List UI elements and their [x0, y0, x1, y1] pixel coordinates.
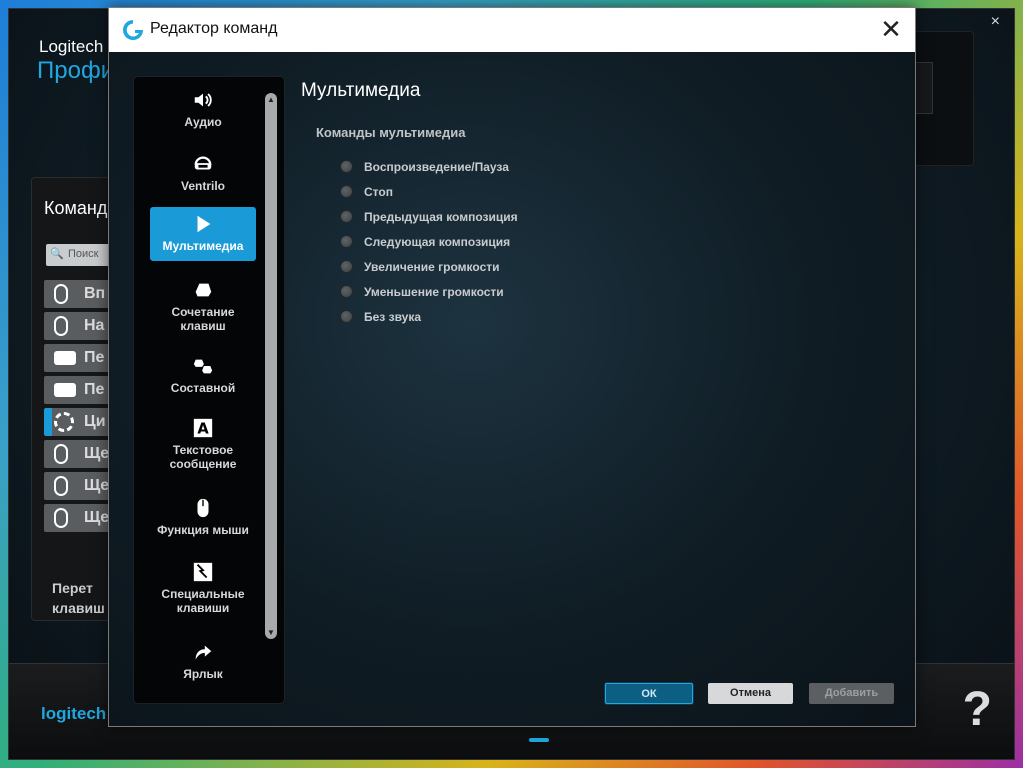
add-button[interactable]: Добавить [809, 683, 894, 704]
key-icon [195, 283, 212, 297]
option-label: Воспроизведение/Пауза [364, 160, 509, 174]
background-commands-title: Команд [44, 198, 108, 218]
category-composite[interactable]: Составной [150, 349, 256, 403]
dialog-titlebar: Редактор команд ✕ [109, 8, 915, 52]
category-scrollbar[interactable]: ▲ ▼ [265, 93, 277, 639]
category-label: Составной [170, 381, 236, 395]
radio-button[interactable] [340, 310, 353, 323]
category-label: Текстовое сообщение [169, 443, 237, 471]
keyboard-key-icon [54, 351, 76, 365]
background-bottom-hint: Перет клавиш [52, 578, 105, 618]
category-label: Ventrilo [180, 179, 225, 193]
option-label: Без звука [364, 310, 421, 324]
shortcut-arrow-icon [195, 645, 212, 660]
mouse-icon [54, 444, 68, 464]
mouse-icon [54, 316, 68, 336]
background-command-label: На [84, 317, 105, 334]
text-a-icon: A [193, 418, 213, 438]
background-brand: Logitech [39, 37, 104, 56]
option-label: Увеличение громкости [364, 260, 500, 274]
category-key-combination[interactable]: Сочетание клавиш [150, 273, 256, 333]
logitech-logo: logitech [41, 704, 107, 723]
category-text-message[interactable]: A Текстовое сообщение [150, 411, 256, 471]
option-label: Предыдущая композиция [364, 210, 518, 224]
category-multimedia[interactable]: Мультимедиа [150, 207, 256, 261]
option-label: Следующая композиция [364, 235, 511, 249]
category-label: Функция мыши [157, 523, 249, 537]
category-label: Ярлык [183, 667, 223, 681]
special-key-icon [193, 562, 213, 582]
background-hint-line: клавиш [52, 600, 105, 616]
radio-button[interactable] [340, 260, 353, 273]
background-command-label: Пе [84, 349, 105, 366]
mouse-icon [54, 284, 68, 304]
background-command-label: Ще [84, 445, 110, 462]
scroll-up-icon[interactable]: ▲ [265, 95, 277, 104]
radio-button[interactable] [340, 210, 353, 223]
category-label: Мультимедиа [162, 239, 244, 253]
background-close-button[interactable]: × [991, 13, 1000, 31]
radio-button[interactable] [340, 285, 353, 298]
close-button[interactable]: ✕ [867, 8, 915, 52]
category-audio[interactable]: Аудио [150, 83, 256, 137]
command-editor-dialog: Редактор команд ✕ Аудио Ventrilo Мультим… [108, 7, 916, 727]
category-label: Аудио [184, 115, 222, 129]
category-list: Аудио Ventrilo Мультимедиа Сочетание кла… [133, 76, 285, 704]
ok-button[interactable]: ОК [605, 683, 693, 704]
background-command-label: Ще [84, 509, 110, 526]
background-hint-line: Перет [52, 580, 93, 596]
keyboard-key-icon [54, 383, 76, 397]
group-label: Команды мультимедиа [316, 125, 466, 140]
mouse-icon [54, 508, 68, 528]
option-label: Стоп [364, 185, 393, 199]
option-label: Уменьшение громкости [364, 285, 504, 299]
dialog-content: Аудио Ventrilo Мультимедиа Сочетание кла… [109, 52, 915, 726]
background-command-label: Пе [84, 381, 105, 398]
mouse-icon [54, 476, 68, 496]
dialog-title: Редактор команд [150, 20, 278, 37]
category-label: Специальные клавиши [161, 587, 245, 615]
category-special-keys[interactable]: Специальные клавиши [150, 555, 256, 615]
gear-icon [54, 412, 74, 432]
speaker-icon [194, 93, 212, 107]
category-shortcut[interactable]: Ярлык [150, 635, 256, 689]
background-profile-title: Профи [37, 57, 115, 84]
category-label: Сочетание клавиш [171, 305, 235, 333]
background-command-label: Ще [84, 477, 110, 494]
play-icon [197, 215, 211, 233]
background-command-label: Ци [84, 413, 106, 430]
page-indicator [529, 738, 549, 742]
section-title: Мультимедиа [301, 80, 421, 101]
radio-button[interactable] [340, 160, 353, 173]
category-mouse-function[interactable]: Функция мыши [150, 491, 256, 545]
svg-text:A: A [197, 421, 209, 438]
mouse-icon [197, 498, 209, 518]
radio-button[interactable] [340, 235, 353, 248]
help-icon[interactable]: ? [963, 682, 992, 737]
category-ventrilo[interactable]: Ventrilo [150, 147, 256, 201]
multi-key-icon [193, 359, 213, 374]
cancel-button[interactable]: Отмена [708, 683, 793, 704]
headset-icon [194, 156, 212, 170]
scroll-down-icon[interactable]: ▼ [265, 628, 277, 637]
logitech-g-icon [123, 20, 143, 40]
radio-button[interactable] [340, 185, 353, 198]
background-command-label: Вп [84, 285, 106, 302]
